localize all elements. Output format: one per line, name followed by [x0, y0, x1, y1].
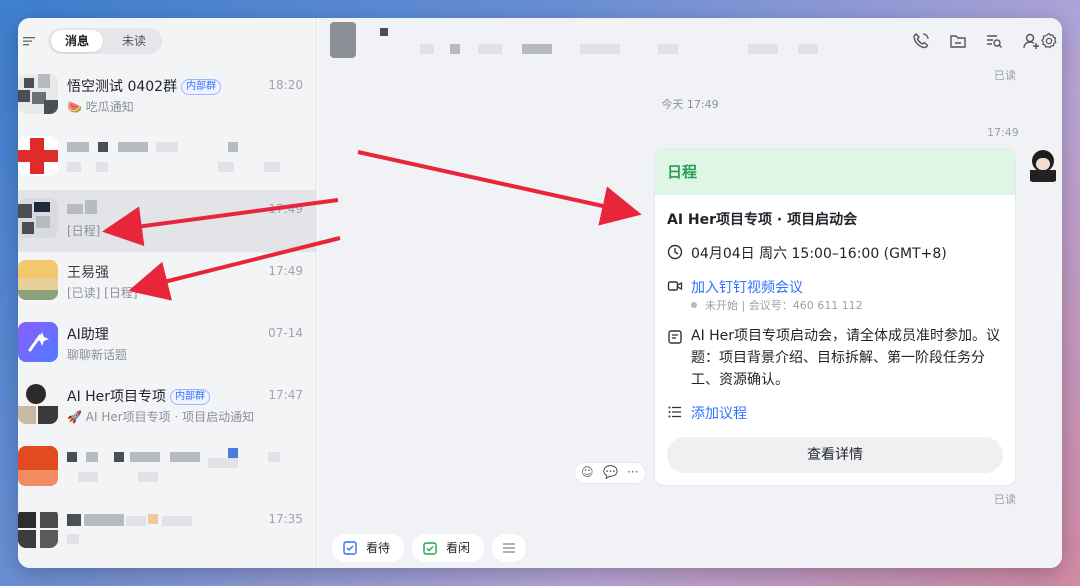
video-icon	[667, 281, 683, 291]
conversation-preview: [日程]	[67, 224, 101, 238]
event-datetime: 04月04日 周六 15:00–16:00 (GMT+8)	[691, 246, 947, 262]
conversation-time: 17:47	[268, 388, 303, 402]
conversation-time: 17:49	[268, 264, 303, 278]
reply-icon[interactable]: 💬	[603, 465, 618, 479]
avatar	[18, 260, 58, 300]
chat-header	[318, 18, 1062, 64]
internal-group-badge: 内部群	[170, 389, 211, 405]
message-actions: ☺ 💬 ···	[574, 462, 646, 484]
internal-group-badge: 内部群	[181, 79, 222, 95]
check-calendar-icon	[423, 542, 437, 555]
avatar	[18, 446, 58, 486]
card-header: 日程	[655, 149, 1015, 195]
meeting-meta-text: 未开始 | 会议号：460 611 112	[705, 299, 863, 312]
app-window: 消息 未读 悟空测试 0402群 内部群 18:20 🍉 吃瓜通知 17:49 …	[18, 18, 1062, 568]
quick-action-watch-label: 看待	[366, 541, 391, 555]
day-separator: 今天 17:49	[661, 98, 719, 111]
view-details-button[interactable]: 查看详情	[667, 437, 1003, 473]
conversation-title: 悟空测试 0402群 内部群	[67, 76, 222, 96]
group-avatar	[18, 384, 58, 424]
quick-action-idle[interactable]: 看闲	[412, 534, 484, 562]
avatar	[18, 198, 58, 238]
conversation-time: 17:35	[268, 512, 303, 526]
settings-icon[interactable]	[1040, 32, 1058, 50]
conversation-title: 王易强	[67, 265, 109, 281]
conversation-preview: 🚀 AI Her项目专项 · 项目启动通知	[67, 410, 255, 424]
self-avatar[interactable]	[1026, 148, 1060, 182]
event-title: AI Her项目专项 · 项目启动会	[667, 212, 858, 228]
phone-icon[interactable]	[912, 32, 930, 50]
quick-action-idle-label: 看闲	[446, 541, 471, 555]
emoji-react-icon[interactable]: ☺	[581, 465, 594, 479]
conversation-item[interactable]	[18, 128, 317, 190]
search-doc-icon[interactable]	[985, 32, 1003, 50]
tab-unread[interactable]: 未读	[108, 30, 160, 52]
redacted-title	[67, 514, 81, 526]
read-status: 已读	[994, 69, 1016, 82]
status-dot-icon	[691, 302, 697, 308]
conversation-time: 17:49	[268, 202, 303, 216]
add-agenda-link[interactable]: 添加议程	[691, 403, 747, 423]
quick-action-watch[interactable]: 看待	[332, 534, 404, 562]
meeting-meta: 未开始 | 会议号：460 611 112	[691, 297, 863, 313]
ai-assistant-avatar	[18, 322, 58, 362]
conversation-item[interactable]: AI助理 07-14 聊聊新话题	[18, 314, 317, 376]
redacted-title	[67, 452, 77, 462]
menu-lines-icon	[503, 543, 515, 553]
conversation-preview: 聊聊新话题	[67, 348, 128, 362]
conversation-title: AI助理	[67, 327, 109, 343]
tab-messages[interactable]: 消息	[51, 30, 103, 52]
message-time: 17:49	[987, 126, 1019, 139]
menu-icon[interactable]	[22, 34, 36, 48]
schedule-card[interactable]: 日程 AI Her项目专项 · 项目启动会 04月04日 周六 15:00–16…	[654, 148, 1016, 486]
group-avatar	[18, 508, 58, 548]
avatar	[18, 74, 58, 114]
conversation-item[interactable]: 17:35	[18, 500, 317, 562]
folder-icon[interactable]	[949, 32, 967, 50]
redacted-title	[67, 204, 83, 214]
checkbox-icon	[343, 541, 357, 555]
avatar	[18, 136, 58, 176]
conversation-item[interactable]: AI Her项目专项 内部群 17:47 🚀 AI Her项目专项 · 项目启动通…	[18, 376, 317, 438]
list-icon	[668, 406, 681, 418]
sparkle-icon	[28, 332, 49, 352]
quick-action-more[interactable]	[492, 534, 526, 562]
redacted-title	[67, 142, 89, 152]
chat-avatar	[330, 22, 356, 58]
message-filter: 消息 未读	[48, 28, 162, 54]
conversation-time: 07-14	[268, 326, 303, 340]
conversation-item[interactable]	[18, 438, 317, 500]
conversation-title: AI Her项目专项 内部群	[67, 386, 211, 406]
event-description: AI Her项目专项启动会，请全体成员准时参加。议题：项目背景介绍、目标拆解、第…	[691, 328, 1001, 388]
conversation-preview: [已读] [日程]	[67, 286, 138, 300]
clock-icon	[667, 244, 683, 260]
more-icon[interactable]: ···	[627, 465, 638, 479]
conversation-pane: 消息 未读 悟空测试 0402群 内部群 18:20 🍉 吃瓜通知 17:49 …	[18, 18, 317, 568]
conversation-preview: 🍉 吃瓜通知	[67, 100, 134, 114]
note-icon	[668, 330, 682, 344]
conversation-item[interactable]: 悟空测试 0402群 内部群 18:20 🍉 吃瓜通知	[18, 66, 317, 128]
join-meeting-link[interactable]: 加入钉钉视频会议	[691, 277, 803, 297]
read-status: 已读	[994, 493, 1016, 506]
chat-pane: 已读 今天 17:49 17:49 日程 AI Her项目专项 · 项目启动会 …	[318, 18, 1062, 568]
tab-bar: 消息 未读	[18, 18, 317, 64]
conversation-item[interactable]: 王易强 17:49 [已读] [日程]	[18, 252, 317, 314]
redacted-title	[380, 28, 388, 36]
conversation-item-selected[interactable]: 17:49 [日程]	[18, 190, 317, 252]
conversation-time: 18:20	[268, 78, 303, 92]
add-user-icon[interactable]	[1022, 32, 1040, 50]
